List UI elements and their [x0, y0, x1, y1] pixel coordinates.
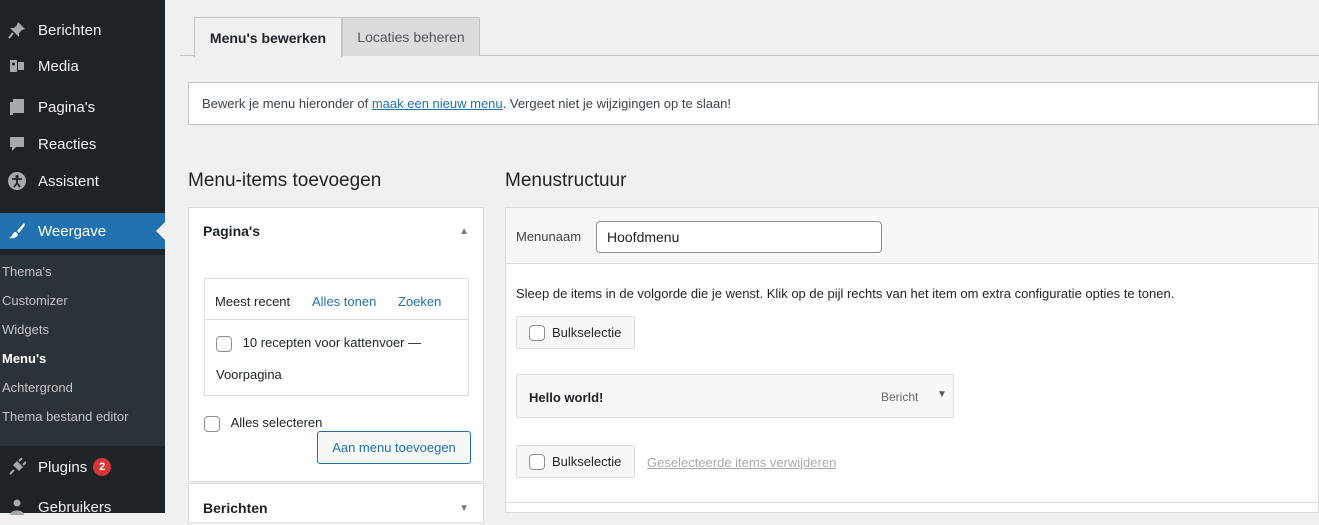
menu-item-hello-world[interactable]: Hello world! Bericht ▼ — [516, 374, 954, 418]
submenu-item-themas[interactable]: Thema's — [2, 264, 51, 279]
admin-sidebar: Berichten Media Pagina's Reacties Assist… — [0, 0, 165, 516]
pages-tab-panel: Meest recent Alles tonen Zoeken 10 recep… — [204, 278, 469, 396]
menu-structure-heading: Menustructuur — [505, 170, 627, 191]
bulk-select-checkbox[interactable] — [529, 453, 545, 470]
sidebar-item-media[interactable]: Media — [0, 48, 165, 84]
menu-name-input[interactable]: Hoofdmenu — [596, 221, 882, 253]
expand-item-arrow-icon[interactable]: ▼ — [937, 389, 947, 400]
bulk-select-top[interactable]: Bulkselectie — [516, 316, 635, 349]
pages-accordion: Pagina's ▲ Meest recent Alles tonen Zoek… — [188, 207, 484, 482]
menu-item-type: Bericht — [881, 390, 919, 404]
panel-footer-divider — [506, 502, 1318, 503]
add-menu-items-heading: Menu-items toevoegen — [188, 170, 382, 191]
brush-icon — [6, 221, 28, 241]
sidebar-item-label: Pagina's — [38, 98, 96, 116]
create-new-menu-link[interactable]: maak een nieuw menu — [372, 96, 503, 111]
submenu-item-customizer[interactable]: Customizer — [2, 293, 68, 308]
pages-accordion-header[interactable]: Pagina's ▲ — [189, 208, 483, 254]
remove-selected-link[interactable]: Geselecteerde items verwijderen — [647, 455, 836, 470]
notice-text-end: . Vergeet niet je wijzigingen op te slaa… — [502, 96, 732, 111]
submenu-item-achtergrond[interactable]: Achtergrond — [2, 380, 73, 395]
bulk-select-checkbox[interactable] — [529, 324, 545, 341]
appearance-submenu: Thema's Customizer Widgets Menu's Achter… — [0, 255, 165, 446]
sidebar-item-reacties[interactable]: Reacties — [0, 126, 165, 162]
notice-text: Bewerk je menu hieronder of — [202, 96, 369, 111]
sidebar-item-label: Reacties — [38, 135, 97, 153]
tab-manage-locations[interactable]: Locaties beheren — [342, 17, 480, 56]
main-content: Menu's bewerken Locaties beheren Bewerk … — [165, 0, 1319, 523]
menu-structure-panel: Menunaam Hoofdmenu Sleep de items in de … — [505, 207, 1319, 513]
menu-instructions: Sleep de items in de volgorde die je wen… — [516, 286, 1175, 301]
bulk-select-label: Bulkselectie — [552, 325, 622, 340]
tab-search[interactable]: Zoeken — [398, 294, 441, 309]
submenu-item-menus[interactable]: Menu's — [2, 351, 46, 366]
select-all-control[interactable]: Alles selecteren — [204, 415, 322, 432]
sidebar-item-paginas[interactable]: Pagina's — [0, 89, 165, 125]
pin-icon — [6, 20, 28, 40]
select-all-checkbox[interactable] — [204, 415, 220, 432]
sidebar-item-label: Berichten — [38, 21, 102, 39]
page-list-item[interactable]: 10 recepten voor kattenvoer — — [216, 335, 421, 352]
inner-divider — [205, 319, 468, 320]
posts-accordion[interactable]: Berichten ▼ — [188, 483, 484, 523]
bulk-select-bottom[interactable]: Bulkselectie — [516, 445, 635, 478]
tab-edit-menus[interactable]: Menu's bewerken — [194, 17, 342, 57]
add-to-menu-button[interactable]: Aan menu toevoegen — [317, 431, 471, 464]
sidebar-item-label: Plugins — [38, 458, 88, 476]
page-item-title: 10 recepten voor kattenvoer — — [242, 335, 422, 350]
sidebar-item-plugins[interactable]: Plugins 2 — [0, 449, 165, 485]
pages-accordion-title: Pagina's — [203, 223, 261, 239]
submenu-item-widgets[interactable]: Widgets — [2, 322, 49, 337]
menu-item-title: Hello world! — [529, 390, 604, 405]
submenu-item-theme-editor[interactable]: Thema bestand editor — [2, 409, 128, 424]
tab-show-all[interactable]: Alles tonen — [312, 294, 376, 309]
users-icon — [6, 497, 28, 517]
tab-most-recent[interactable]: Meest recent — [215, 294, 290, 309]
bulk-select-label: Bulkselectie — [552, 454, 622, 469]
expand-arrow-icon[interactable]: ▼ — [459, 503, 469, 514]
update-count-badge: 2 — [93, 458, 112, 476]
sidebar-item-gebruikers[interactable]: Gebruikers — [0, 489, 165, 525]
sidebar-item-label: Weergave — [38, 222, 107, 240]
comment-icon — [6, 134, 28, 154]
accessibility-icon — [6, 171, 28, 191]
page-item-subtitle: Voorpagina — [216, 367, 282, 382]
page-checkbox[interactable] — [216, 335, 232, 352]
posts-accordion-title: Berichten — [203, 500, 268, 516]
info-notice: Bewerk je menu hieronder of maak een nie… — [188, 82, 1319, 125]
sidebar-item-assistent[interactable]: Assistent — [0, 163, 165, 199]
menu-name-header: Menunaam Hoofdmenu — [506, 208, 1318, 264]
page-icon — [6, 97, 28, 117]
collapse-arrow-icon[interactable]: ▲ — [459, 226, 469, 237]
sidebar-item-weergave[interactable]: Weergave — [0, 213, 165, 249]
sidebar-item-label: Assistent — [38, 172, 99, 190]
sidebar-item-label: Media — [38, 57, 79, 75]
plugin-icon — [6, 457, 28, 477]
select-all-label: Alles selecteren — [230, 415, 323, 430]
sidebar-item-berichten[interactable]: Berichten — [0, 12, 165, 48]
menu-name-label: Menunaam — [516, 229, 582, 244]
media-icon — [6, 56, 28, 76]
